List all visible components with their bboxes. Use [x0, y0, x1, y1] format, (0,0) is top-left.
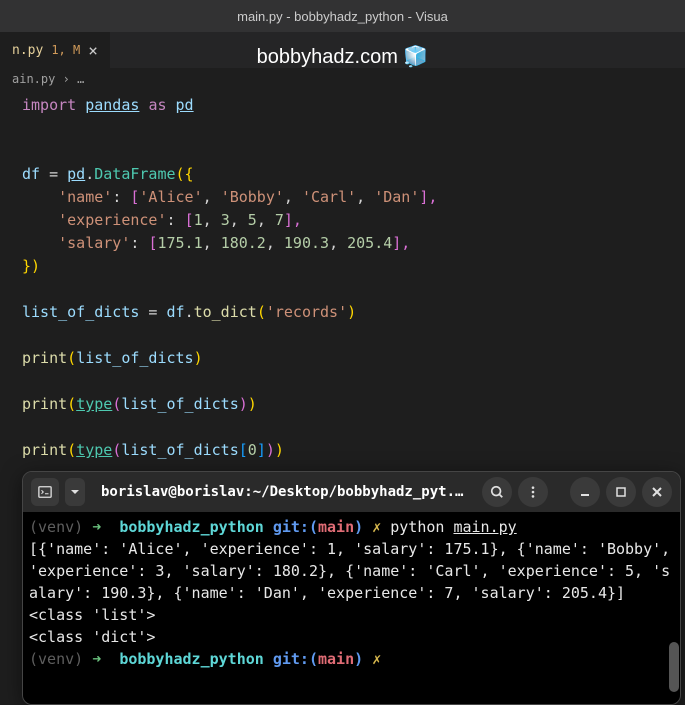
code-line: print(type(list_of_dicts[0]))	[22, 439, 663, 462]
close-icon	[652, 487, 662, 497]
code-line: 'experience': [1, 3, 5, 7],	[22, 209, 663, 232]
maximize-icon	[616, 487, 626, 497]
code-line	[22, 140, 663, 163]
code-line: df = pd.DataFrame({	[22, 163, 663, 186]
chevron-down-icon	[70, 487, 80, 497]
code-line: 'name': ['Alice', 'Bobby', 'Carl', 'Dan'…	[22, 186, 663, 209]
terminal-panel: borislav@borislav:~/Desktop/bobbyhadz_py…	[22, 471, 681, 705]
breadcrumb-more: …	[77, 72, 84, 86]
window-title: main.py - bobbyhadz_python - Visua	[237, 9, 448, 24]
search-icon	[490, 485, 504, 499]
code-line: list_of_dicts = df.to_dict('records')	[22, 301, 663, 324]
terminal-output: <class 'list'>	[29, 604, 674, 626]
scrollbar[interactable]	[668, 512, 680, 704]
new-tab-button[interactable]	[31, 478, 59, 506]
search-button[interactable]	[482, 477, 512, 507]
scrollbar-thumb[interactable]	[669, 642, 679, 692]
kebab-icon	[526, 485, 540, 499]
code-line: 'salary': [175.1, 180.2, 190.3, 205.4],	[22, 232, 663, 255]
watermark: bobbyhadz.com 🧊	[0, 44, 685, 69]
code-line: import pandas as pd	[22, 94, 663, 117]
breadcrumb-sep: ›	[63, 72, 70, 86]
breadcrumb-file: ain.py	[12, 72, 55, 86]
terminal-line: (venv) ➜ bobbyhadz_python git:(main) ✗ p…	[29, 516, 674, 538]
terminal-title: borislav@borislav:~/Desktop/bobbyhadz_py…	[91, 484, 476, 500]
code-line	[22, 370, 663, 393]
code-line	[22, 324, 663, 347]
code-line	[22, 278, 663, 301]
maximize-button[interactable]	[606, 477, 636, 507]
code-line: print(type(list_of_dicts))	[22, 393, 663, 416]
terminal-icon	[38, 485, 52, 499]
terminal-output: [{'name': 'Alice', 'experience': 1, 'sal…	[29, 538, 674, 604]
code-editor[interactable]: import pandas as pd df = pd.DataFrame({ …	[0, 90, 685, 466]
code-line	[22, 117, 663, 140]
code-line: })	[22, 255, 663, 278]
minimize-icon	[579, 486, 591, 498]
code-line	[22, 416, 663, 439]
minimize-button[interactable]	[570, 477, 600, 507]
terminal-body[interactable]: (venv) ➜ bobbyhadz_python git:(main) ✗ p…	[23, 512, 680, 704]
dropdown-button[interactable]	[65, 478, 85, 506]
menu-button[interactable]	[518, 477, 548, 507]
breadcrumb[interactable]: ain.py › …	[0, 68, 685, 90]
code-line: print(list_of_dicts)	[22, 347, 663, 370]
close-button[interactable]	[642, 477, 672, 507]
terminal-header: borislav@borislav:~/Desktop/bobbyhadz_py…	[23, 472, 680, 512]
terminal-output: <class 'dict'>	[29, 626, 674, 648]
title-bar: main.py - bobbyhadz_python - Visua	[0, 0, 685, 32]
terminal-line: (venv) ➜ bobbyhadz_python git:(main) ✗	[29, 648, 674, 670]
